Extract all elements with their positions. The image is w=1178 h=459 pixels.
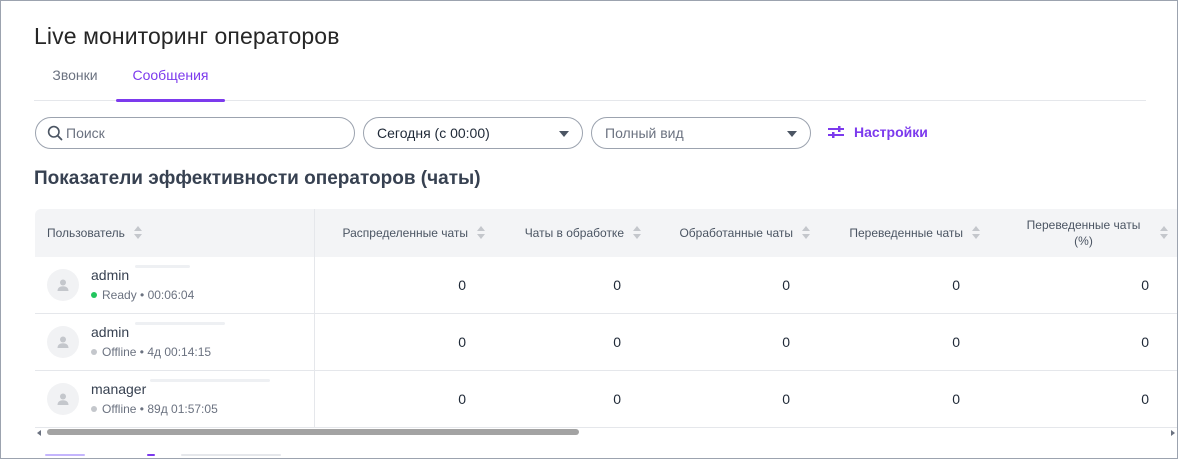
scroll-right-icon[interactable]: [1171, 430, 1175, 436]
column-header-user[interactable]: Пользователь: [47, 209, 312, 257]
chevron-down-icon: [787, 131, 797, 137]
redacted-text: [135, 322, 225, 325]
user-icon: [57, 279, 69, 291]
status-dot: [91, 349, 97, 355]
cell-processed: 0: [782, 334, 790, 350]
section-title: Показатели эффективности операторов (чат…: [34, 168, 481, 189]
cell-in-progress: 0: [613, 391, 621, 407]
horizontal-scrollbar[interactable]: [35, 428, 1177, 438]
sliders-icon: [828, 126, 844, 138]
redacted-text: [135, 265, 190, 268]
scrollbar-thumb[interactable]: [47, 429, 579, 435]
user-icon: [57, 393, 69, 405]
settings-label: Настройки: [854, 124, 928, 140]
cell-processed: 0: [782, 391, 790, 407]
search-icon: [47, 125, 63, 141]
page-title: Live мониторинг операторов: [34, 23, 340, 49]
tab-messages-label: Сообщения: [132, 67, 209, 83]
cell-transferred-percent: 0: [1141, 277, 1149, 293]
user-name: admin: [91, 324, 130, 340]
cell-transferred: 0: [952, 334, 960, 350]
sort-icon: [477, 226, 485, 240]
user-status: Offline • 89д 01:57:05: [91, 402, 218, 416]
cell-distributed: 0: [458, 334, 466, 350]
view-select-value: Полный вид: [605, 125, 684, 141]
search-box[interactable]: [35, 117, 355, 149]
footer-cutoff: [181, 454, 281, 456]
tab-calls[interactable]: Звонки: [34, 57, 116, 101]
period-select-value: Сегодня (с 00:00): [377, 125, 490, 141]
table-row[interactable]: admin Offline • 4д 00:14:15 0 0 0 0 0: [35, 314, 1177, 371]
period-select[interactable]: Сегодня (с 00:00): [363, 117, 583, 149]
status-dot: [91, 292, 97, 298]
footer-cutoff: [45, 454, 85, 456]
tab-messages[interactable]: Сообщения: [116, 57, 225, 102]
view-select[interactable]: Полный вид: [591, 117, 811, 149]
sort-icon: [972, 226, 980, 240]
active-tab-indicator: [116, 99, 225, 102]
redacted-text: [150, 379, 270, 382]
sort-icon: [802, 226, 810, 240]
cell-processed: 0: [782, 277, 790, 293]
column-header-transferred[interactable]: Переведенные чаты: [815, 209, 980, 257]
cell-transferred-percent: 0: [1141, 391, 1149, 407]
user-name: manager: [91, 381, 147, 397]
column-header-processed[interactable]: Обработанные чаты: [646, 209, 810, 257]
avatar: [47, 383, 79, 415]
avatar: [47, 269, 79, 301]
operators-table: Пользователь Распределенные чаты Чаты в …: [35, 209, 1177, 429]
user-name: admin: [91, 267, 130, 283]
cell-distributed: 0: [458, 277, 466, 293]
user-status: Offline • 4д 00:14:15: [91, 345, 211, 359]
footer-cutoff: [147, 454, 155, 456]
cell-in-progress: 0: [613, 277, 621, 293]
table-header: Пользователь Распределенные чаты Чаты в …: [35, 209, 1177, 257]
user-status: Ready • 00:06:04: [91, 288, 194, 302]
avatar: [47, 326, 79, 358]
column-header-transferred-percent[interactable]: Переведенные чаты (%): [1015, 209, 1168, 257]
app-window: Live мониторинг операторов Звонки Сообще…: [0, 0, 1178, 459]
sort-icon: [1160, 226, 1168, 240]
cell-transferred-percent: 0: [1141, 334, 1149, 350]
table-row[interactable]: admin Ready • 00:06:04 0 0 0 0 0: [35, 257, 1177, 314]
cell-in-progress: 0: [613, 334, 621, 350]
search-input[interactable]: [66, 122, 346, 144]
table-row[interactable]: manager Offline • 89д 01:57:05 0 0 0 0 0: [35, 371, 1177, 428]
column-header-in-progress[interactable]: Чаты в обработке: [490, 209, 641, 257]
sort-icon: [133, 226, 142, 240]
cell-transferred: 0: [952, 277, 960, 293]
user-icon: [57, 336, 69, 348]
scroll-left-icon[interactable]: [37, 430, 41, 436]
column-header-distributed[interactable]: Распределенные чаты: [317, 209, 485, 257]
cell-transferred: 0: [952, 391, 960, 407]
cell-distributed: 0: [458, 391, 466, 407]
status-dot: [91, 406, 97, 412]
chevron-down-icon: [559, 131, 569, 137]
sort-icon: [633, 226, 641, 240]
tab-bar: Звонки Сообщения: [34, 57, 1146, 102]
